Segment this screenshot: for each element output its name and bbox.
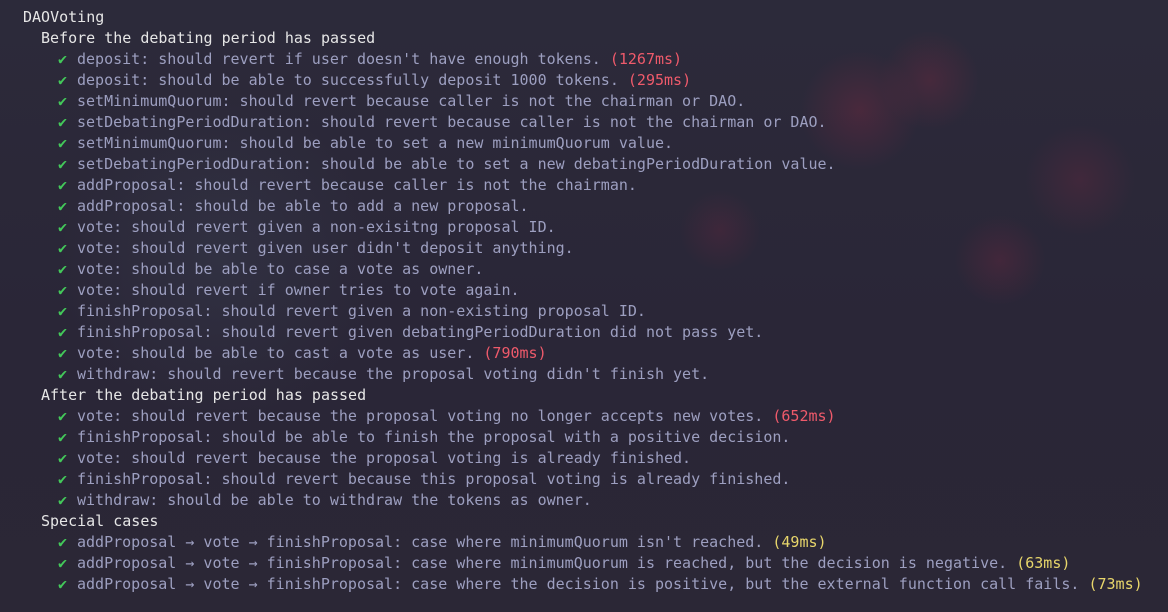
test-result-row: ✔ setMinimumQuorum: should revert because…: [23, 91, 1168, 112]
test-result-row: ✔ withdraw: should revert because the pro…: [23, 364, 1168, 385]
test-duration: (73ms): [1088, 575, 1143, 593]
test-result-row: ✔ setDebatingPeriodDuration: should be ab…: [23, 154, 1168, 175]
test-group-title: After the debating period has passed: [41, 386, 367, 404]
test-result-row: ✔ vote: should revert given a non-exisitn…: [23, 217, 1168, 238]
test-name: deposit: should be able to successfully …: [77, 71, 619, 89]
check-mark-icon: ✔: [58, 92, 68, 110]
test-result-row: ✔ addProposal → vote → finishProposal: ca…: [23, 553, 1168, 574]
terminal-output: DAOVoting Before the debating period has…: [0, 0, 1168, 595]
check-mark-icon: ✔: [58, 134, 68, 152]
test-duration: (63ms): [1016, 554, 1071, 572]
test-name: setMinimumQuorum: should revert because …: [77, 92, 746, 110]
test-name: vote: should revert because the proposal…: [77, 449, 692, 467]
test-result-row: ✔ finishProposal: should be able to finis…: [23, 427, 1168, 448]
test-name: finishProposal: should revert because th…: [77, 470, 791, 488]
test-group-title: Special cases: [41, 512, 159, 530]
check-mark-icon: ✔: [58, 365, 68, 383]
check-mark-icon: ✔: [58, 575, 68, 593]
test-name: vote: should revert given a non-exisitng…: [77, 218, 556, 236]
check-mark-icon: ✔: [58, 470, 68, 488]
check-mark-icon: ✔: [58, 281, 68, 299]
test-name: withdraw: should revert because the prop…: [77, 365, 710, 383]
test-result-row: ✔ vote: should revert if owner tries to v…: [23, 280, 1168, 301]
check-mark-icon: ✔: [58, 323, 68, 341]
test-name: vote: should be able to cast a vote as u…: [77, 344, 475, 362]
test-result-row: ✔ addProposal → vote → finishProposal: ca…: [23, 574, 1168, 595]
test-name: addProposal: should revert because calle…: [77, 176, 637, 194]
check-mark-icon: ✔: [58, 113, 68, 131]
test-duration: (49ms): [772, 533, 827, 551]
test-result-row: ✔ vote: should revert because the proposa…: [23, 406, 1168, 427]
test-name: deposit: should revert if user doesn't h…: [77, 50, 601, 68]
test-result-row: ✔ addProposal → vote → finishProposal: ca…: [23, 532, 1168, 553]
check-mark-icon: ✔: [58, 71, 68, 89]
test-result-row: ✔ addProposal: should revert because call…: [23, 175, 1168, 196]
test-name: finishProposal: should revert given a no…: [77, 302, 646, 320]
test-name: setDebatingPeriodDuration: should revert…: [77, 113, 827, 131]
test-result-row: ✔ finishProposal: should revert given deb…: [23, 322, 1168, 343]
test-result-row: ✔ setDebatingPeriodDuration: should rever…: [23, 112, 1168, 133]
check-mark-icon: ✔: [58, 344, 68, 362]
check-mark-icon: ✔: [58, 491, 68, 509]
test-name: vote: should revert because the proposal…: [77, 407, 764, 425]
check-mark-icon: ✔: [58, 239, 68, 257]
test-result-row: ✔ finishProposal: should revert given a n…: [23, 301, 1168, 322]
test-result-row: ✔ deposit: should revert if user doesn't …: [23, 49, 1168, 70]
test-name: setDebatingPeriodDuration: should be abl…: [77, 155, 836, 173]
check-mark-icon: ✔: [58, 449, 68, 467]
check-mark-icon: ✔: [58, 554, 68, 572]
test-name: addProposal: should be able to add a new…: [77, 197, 529, 215]
check-mark-icon: ✔: [58, 218, 68, 236]
test-result-row: ✔ finishProposal: should revert because t…: [23, 469, 1168, 490]
test-name: vote: should revert given user didn't de…: [77, 239, 574, 257]
check-mark-icon: ✔: [58, 302, 68, 320]
test-result-row: ✔ vote: should revert given user didn't d…: [23, 238, 1168, 259]
test-result-row: ✔ vote: should be able to cast a vote as …: [23, 343, 1168, 364]
check-mark-icon: ✔: [58, 407, 68, 425]
check-mark-icon: ✔: [58, 50, 68, 68]
test-name: setMinimumQuorum: should be able to set …: [77, 134, 674, 152]
test-duration: (295ms): [627, 71, 692, 89]
test-name: withdraw: should be able to withdraw the…: [77, 491, 592, 509]
test-groups: Before the debating period has passed ✔ de…: [23, 28, 1168, 595]
test-result-row: ✔ vote: should be able to case a vote as …: [23, 259, 1168, 280]
suite-title: DAOVoting: [23, 8, 105, 26]
test-name: addProposal → vote → finishProposal: cas…: [77, 554, 1008, 572]
test-result-row: ✔ vote: should revert because the proposa…: [23, 448, 1168, 469]
test-name: vote: should revert if owner tries to vo…: [77, 281, 520, 299]
check-mark-icon: ✔: [58, 260, 68, 278]
check-mark-icon: ✔: [58, 533, 68, 551]
test-name: finishProposal: should revert given deba…: [77, 323, 764, 341]
check-mark-icon: ✔: [58, 176, 68, 194]
test-name: addProposal → vote → finishProposal: cas…: [77, 533, 764, 551]
test-duration: (790ms): [483, 344, 547, 362]
test-result-row: ✔ withdraw: should be able to withdraw th…: [23, 490, 1168, 511]
check-mark-icon: ✔: [58, 428, 68, 446]
test-group-title: Before the debating period has passed: [41, 29, 376, 47]
test-result-row: ✔ deposit: should be able to successfully…: [23, 70, 1168, 91]
test-name: vote: should be able to case a vote as o…: [77, 260, 484, 278]
test-result-row: ✔ setMinimumQuorum: should be able to set…: [23, 133, 1168, 154]
check-mark-icon: ✔: [58, 155, 68, 173]
test-name: finishProposal: should be able to finish…: [77, 428, 791, 446]
test-result-row: ✔ addProposal: should be able to add a ne…: [23, 196, 1168, 217]
test-duration: (1267ms): [609, 50, 683, 68]
test-name: addProposal → vote → finishProposal: cas…: [77, 575, 1080, 593]
test-duration: (652ms): [772, 407, 836, 425]
check-mark-icon: ✔: [58, 197, 68, 215]
